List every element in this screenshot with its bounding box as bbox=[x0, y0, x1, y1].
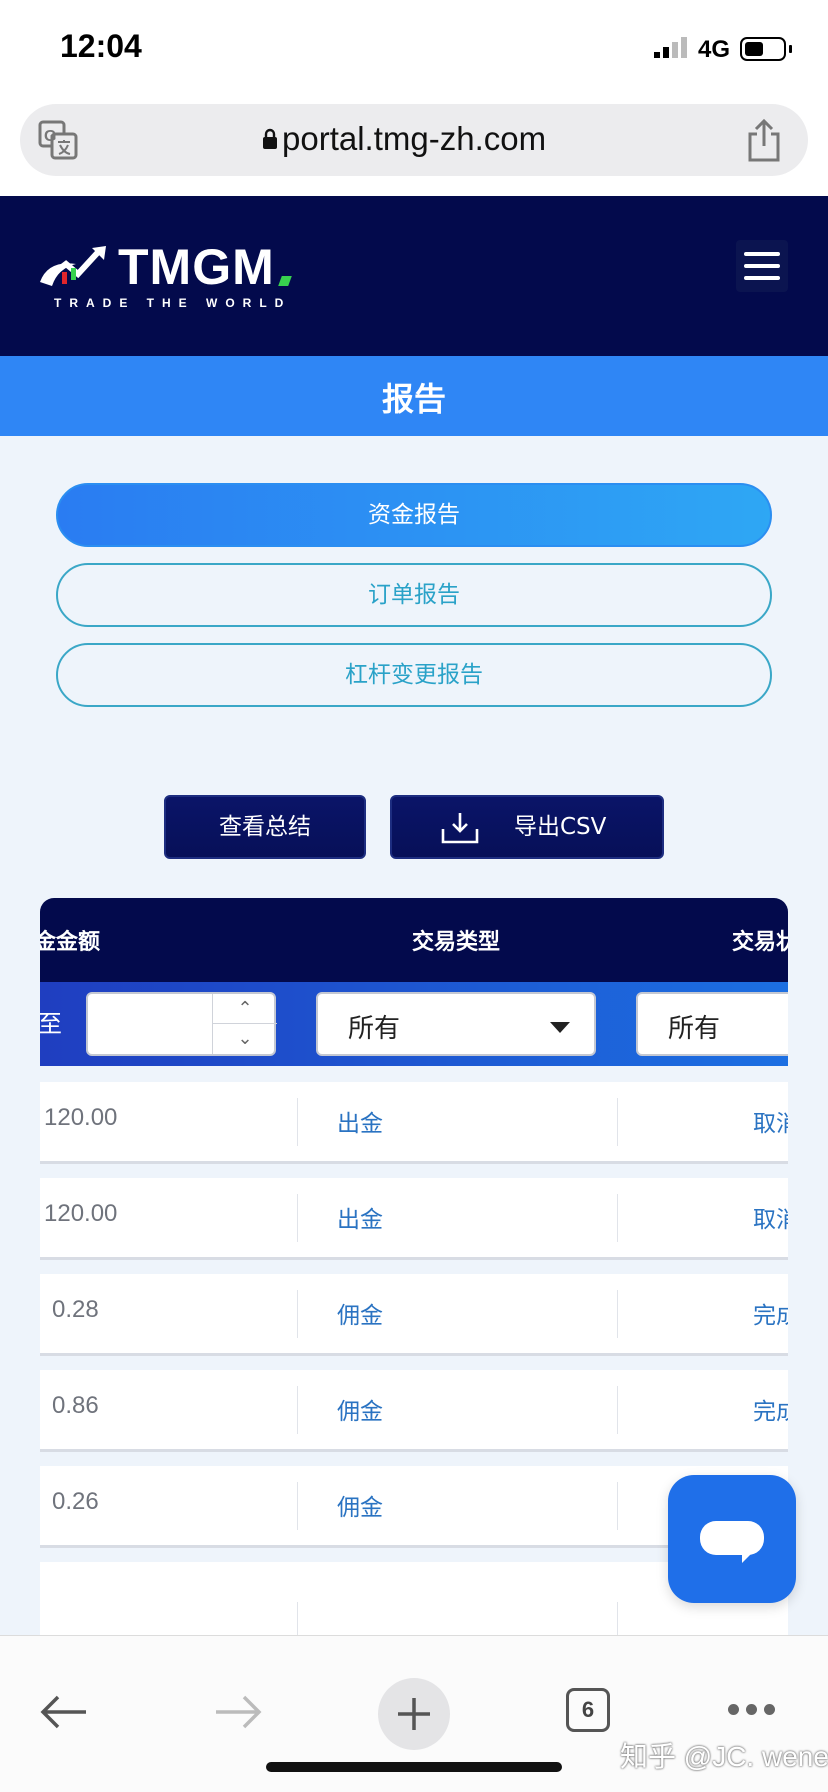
chat-button[interactable] bbox=[668, 1475, 796, 1603]
table-row[interactable]: 0.86 佣金 完成 bbox=[40, 1370, 788, 1452]
logo-swoosh-icon bbox=[40, 246, 106, 286]
logo-text: TMGM bbox=[118, 239, 275, 295]
tabs-button[interactable]: 6 bbox=[566, 1688, 610, 1732]
new-tab-button[interactable] bbox=[378, 1678, 450, 1750]
type-cell: 佣金 bbox=[337, 1495, 383, 1521]
hamburger-menu-icon[interactable] bbox=[736, 240, 788, 292]
screen: 12:04 4G G portal.tmg-zh.com TMGM TRADE … bbox=[0, 0, 828, 1792]
logo-green-mark bbox=[278, 276, 292, 286]
address-bar[interactable]: G portal.tmg-zh.com bbox=[20, 104, 808, 176]
caret-down-icon bbox=[550, 1022, 570, 1033]
forward-arrow-icon[interactable] bbox=[214, 1694, 262, 1730]
status-cell: 取消 bbox=[753, 1207, 788, 1233]
chevron-up-icon[interactable]: ⌃ bbox=[213, 994, 277, 1024]
stepper-arrows: ⌃ ⌄ bbox=[212, 994, 277, 1054]
plus-icon bbox=[398, 1698, 430, 1730]
table-row[interactable]: 120.00 出金 取消 bbox=[40, 1178, 788, 1260]
back-arrow-icon[interactable] bbox=[40, 1694, 88, 1730]
leverage-report-button[interactable]: 杠杆变更报告 bbox=[56, 643, 772, 707]
view-summary-button[interactable]: 查看总结 bbox=[164, 795, 366, 859]
status-select[interactable]: 所有 bbox=[636, 992, 788, 1056]
svg-text:G: G bbox=[44, 128, 56, 145]
filter-range-label: 至 bbox=[40, 1010, 62, 1038]
type-select[interactable]: 所有 bbox=[316, 992, 596, 1056]
column-header-status[interactable]: 交易状 bbox=[732, 924, 788, 956]
chevron-down-icon[interactable]: ⌄ bbox=[213, 1024, 277, 1054]
filter-row: 至 ⌃ ⌄ 所有 所有 bbox=[40, 982, 788, 1066]
battery-tip bbox=[789, 45, 792, 53]
type-cell: 佣金 bbox=[337, 1399, 383, 1425]
status-cell: 完成 bbox=[753, 1399, 788, 1425]
status-select-value: 所有 bbox=[668, 1014, 721, 1044]
table-row[interactable]: 0.28 佣金 完成 bbox=[40, 1274, 788, 1356]
funds-report-button[interactable]: 资金报告 bbox=[56, 483, 772, 547]
logo-tagline: TRADE THE WORLD bbox=[54, 296, 292, 310]
home-indicator bbox=[266, 1762, 562, 1772]
battery-icon bbox=[740, 37, 786, 61]
network-type: 4G bbox=[698, 36, 731, 63]
type-select-value: 所有 bbox=[348, 1014, 401, 1044]
lock-icon bbox=[263, 128, 277, 149]
chat-bubble-icon bbox=[700, 1521, 764, 1555]
chat-bubble-tail bbox=[742, 1551, 754, 1563]
url-text: portal.tmg-zh.com bbox=[282, 120, 547, 157]
browser-address-area: G portal.tmg-zh.com bbox=[0, 98, 828, 196]
table-row[interactable]: 120.00 出金 取消 bbox=[40, 1082, 788, 1164]
status-time: 12:04 bbox=[60, 28, 142, 64]
type-cell: 出金 bbox=[337, 1111, 383, 1137]
page-title: 报告 bbox=[381, 380, 446, 418]
site-header: TMGM TRADE THE WORLD bbox=[0, 196, 828, 356]
order-report-button[interactable]: 订单报告 bbox=[56, 563, 772, 627]
translate-icon[interactable]: G bbox=[38, 120, 78, 160]
column-header-amount[interactable]: 金金额 bbox=[40, 924, 100, 956]
type-cell: 佣金 bbox=[337, 1303, 383, 1329]
status-cell: 取消 bbox=[753, 1111, 788, 1137]
table-header: 金金额 交易类型 交易状 bbox=[40, 898, 788, 982]
status-cell: 完成 bbox=[753, 1303, 788, 1329]
tmgm-logo[interactable]: TMGM TRADE THE WORLD bbox=[38, 238, 298, 318]
title-band: 报告 bbox=[0, 356, 828, 436]
export-csv-button[interactable]: 导出CSV bbox=[390, 795, 664, 859]
view-summary-label: 查看总结 bbox=[219, 814, 311, 840]
more-options-icon[interactable] bbox=[726, 1698, 776, 1722]
type-cell: 出金 bbox=[337, 1207, 383, 1233]
export-csv-label: 导出CSV bbox=[514, 814, 607, 840]
download-icon bbox=[441, 813, 479, 844]
status-bar: 12:04 4G bbox=[0, 0, 828, 98]
signal-strength-icon bbox=[654, 37, 687, 58]
amount-max-stepper[interactable]: ⌃ ⌄ bbox=[86, 992, 277, 1056]
watermark: 知乎 @JC. wenex bbox=[620, 1741, 828, 1772]
column-header-type[interactable]: 交易类型 bbox=[412, 924, 500, 956]
share-icon[interactable] bbox=[744, 118, 784, 162]
